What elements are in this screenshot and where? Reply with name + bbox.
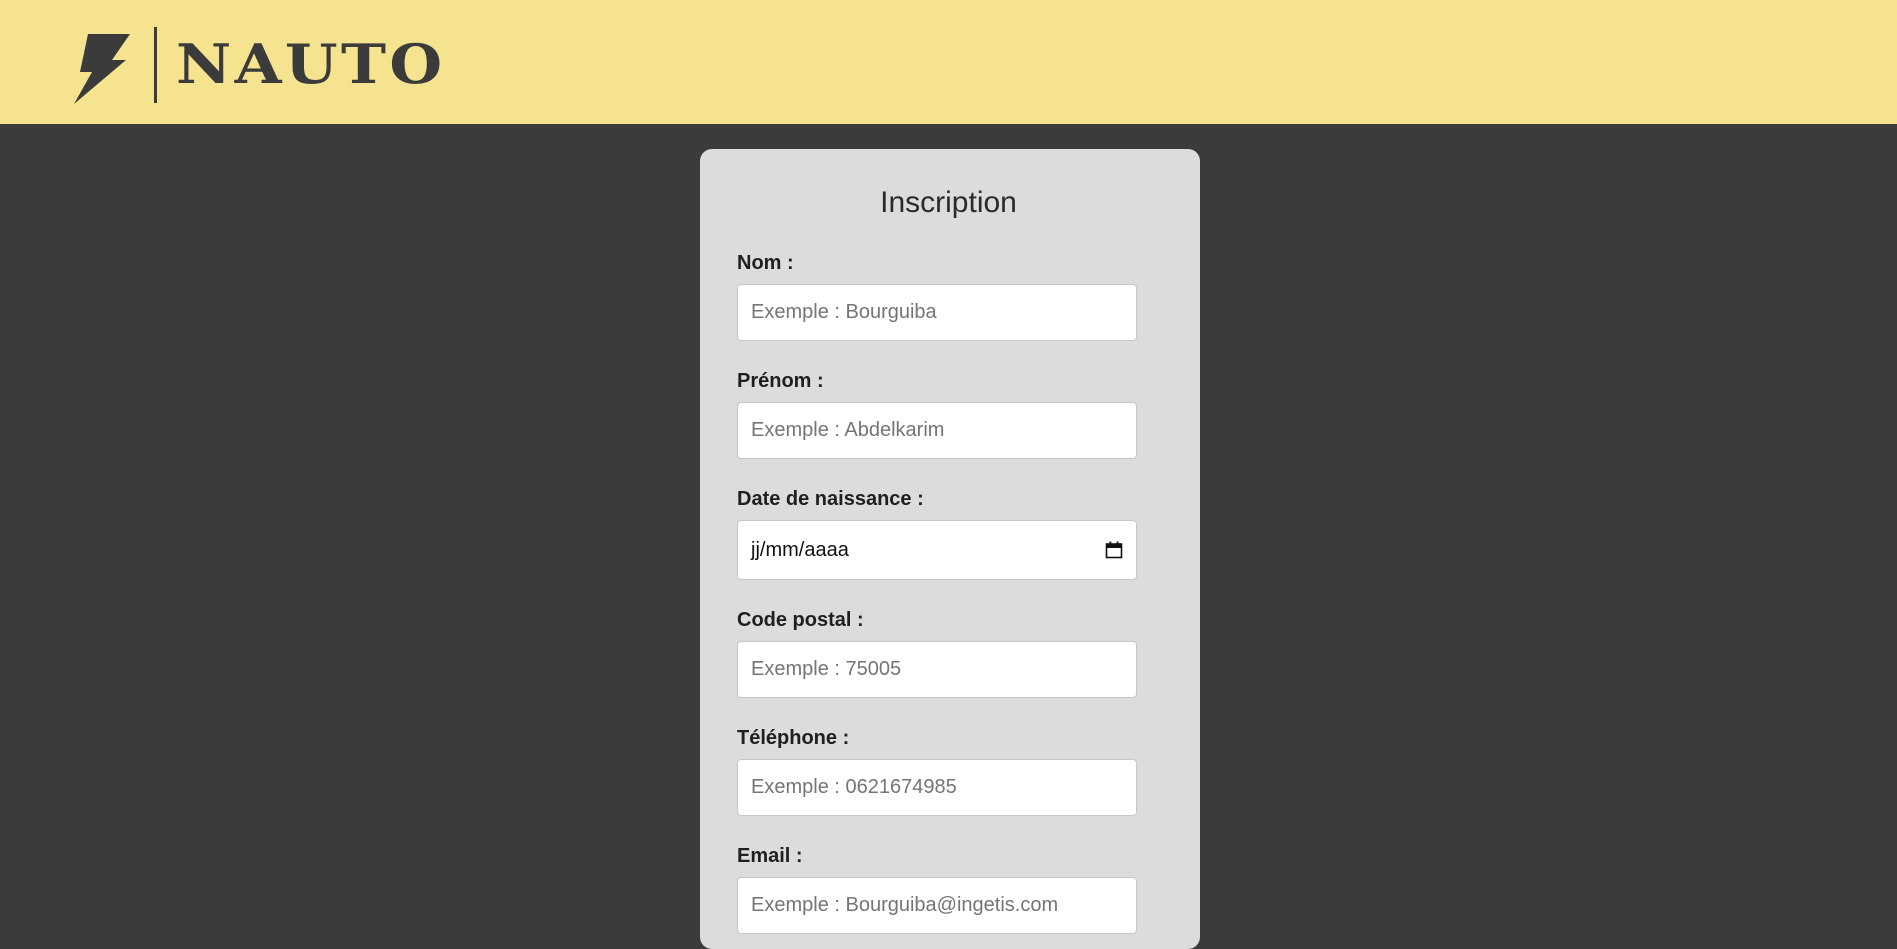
telephone-label: Téléphone : — [737, 727, 850, 749]
email-input[interactable] — [737, 877, 1137, 934]
code-postal-input[interactable] — [737, 641, 1137, 698]
brand-logo-text[interactable]: NAUTO — [176, 37, 445, 91]
code-postal-label: Code postal : — [737, 609, 864, 631]
logo-divider — [154, 27, 157, 103]
form-title: Inscription — [880, 186, 1017, 219]
site-header: NAUTO — [0, 0, 1897, 124]
prenom-label: Prénom : — [737, 370, 824, 392]
lightning-bolt-icon — [74, 34, 130, 104]
nom-label: Nom : — [737, 252, 794, 274]
calendar-icon[interactable] — [1105, 541, 1123, 559]
nom-input[interactable] — [737, 284, 1137, 341]
date-of-birth-input[interactable]: jj/mm/aaaa — [737, 520, 1137, 580]
telephone-input[interactable] — [737, 759, 1137, 816]
email-label: Email : — [737, 845, 803, 867]
prenom-input[interactable] — [737, 402, 1137, 459]
date-value: jj/mm/aaaa — [751, 538, 849, 561]
date-label: Date de naissance : — [737, 488, 924, 510]
